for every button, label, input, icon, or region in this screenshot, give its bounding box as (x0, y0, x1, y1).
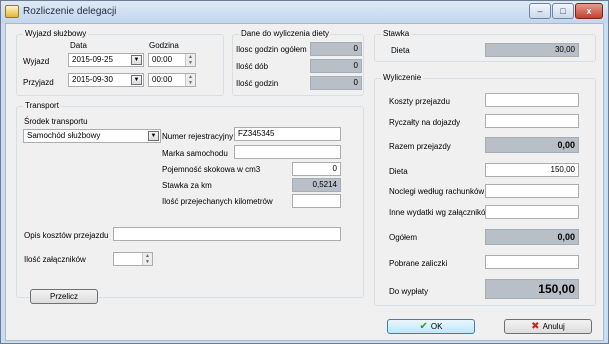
ryczalty-field[interactable] (485, 114, 579, 128)
app-window: Rozliczenie delegacji – □ x Wyjazd służb… (0, 0, 609, 344)
ilosc-godzin-label: Ilość godzin (236, 79, 279, 88)
stawka-km-value: 0,5214 (292, 178, 341, 192)
noclegi-field[interactable] (485, 184, 579, 198)
departure-date-picker[interactable]: 2015-09-25 ▼ (68, 53, 144, 67)
departure-date-value: 2015-09-25 (72, 55, 113, 64)
arrival-time-value: 00:00 (152, 75, 173, 84)
zaliczki-field[interactable] (485, 255, 579, 269)
spin-down-icon[interactable]: ▼ (186, 60, 195, 66)
ok-button[interactable]: ✔ OK (387, 319, 475, 334)
transport-group: Transport Środek transportu Samochód słu… (16, 101, 364, 298)
stawka-group: Stawka Dieta 30,00 (374, 29, 596, 62)
wyl-dieta-field[interactable]: 150,00 (485, 163, 579, 177)
chevron-down-icon[interactable]: ▼ (148, 131, 159, 141)
title-bar: Rozliczenie delegacji – □ x (1, 1, 608, 23)
minimize-button[interactable]: – (529, 3, 551, 19)
arrival-date-value: 2015-09-30 (72, 75, 113, 84)
do-wyplaty-value: 150,00 (485, 279, 579, 299)
ok-button-label: OK (430, 322, 443, 331)
spin-down-icon[interactable]: ▼ (186, 80, 195, 86)
dieta-data-group-title: Dane do wyliczenia diety (239, 29, 332, 38)
anuluj-button[interactable]: ✖ Anuluj (504, 319, 592, 334)
ryczalty-label: Ryczałty na dojazdy (389, 118, 461, 127)
anuluj-button-label: Anuluj (542, 322, 565, 331)
departure-time-field[interactable]: 00:00 ▲ ▼ (148, 53, 196, 67)
opis-label: Opis kosztów przejazdu (24, 231, 109, 240)
inne-label: Inne wydatki wg załączników (389, 208, 492, 217)
ilosc-km-field[interactable] (292, 194, 341, 208)
razem-value: 0,00 (485, 137, 579, 153)
cancel-x-icon: ✖ (531, 321, 540, 332)
zaliczki-label: Pobrane zaliczki (389, 259, 448, 268)
godzin-ogolem-label: Ilosc godzin ogółem (236, 45, 307, 54)
wyliczenie-group-title: Wyliczenie (381, 73, 424, 82)
chevron-down-icon[interactable]: ▼ (131, 75, 142, 85)
koszty-label: Koszty przejazdu (389, 97, 450, 106)
wyl-dieta-label: Dieta (389, 167, 408, 176)
marka-field[interactable] (234, 145, 341, 159)
zalaczniki-field[interactable]: ▲ ▼ (113, 252, 153, 266)
checkmark-icon: ✔ (419, 321, 428, 332)
opis-field[interactable] (113, 227, 341, 241)
zalaczniki-spinner[interactable]: ▲ ▼ (142, 253, 152, 265)
wyliczenie-group: Wyliczenie Koszty przejazdu Ryczałty na … (374, 73, 596, 306)
arrival-label: Przyjazd (23, 78, 54, 87)
inne-field[interactable] (485, 205, 579, 219)
close-button[interactable]: x (575, 3, 603, 19)
przelicz-button[interactable]: Przelicz (30, 289, 98, 304)
transport-group-title: Transport (23, 101, 61, 110)
ilosc-dob-label: Ilość dób (236, 62, 269, 71)
folder-icon (5, 5, 19, 18)
razem-label: Razem przejazdy (389, 142, 451, 151)
hour-column-header: Godzina (149, 41, 179, 50)
stawka-group-title: Stawka (381, 29, 412, 38)
departure-time-spinner[interactable]: ▲ ▼ (185, 54, 195, 66)
koszty-field[interactable] (485, 93, 579, 107)
srodek-transportu-label: Środek transportu (24, 117, 88, 126)
pojemnosc-label: Pojemność skokowa w cm3 (162, 165, 261, 174)
wyjazd-group-title: Wyjazd służbowy (23, 29, 89, 38)
stawka-dieta-label: Dieta (391, 46, 410, 55)
ilosc-godzin-value: 0 (310, 76, 362, 90)
ogolem-value: 0,00 (485, 229, 579, 245)
wyjazd-group: Wyjazd służbowy Data Godzina Wyjazd 2015… (16, 29, 224, 96)
arrival-time-field[interactable]: 00:00 ▲ ▼ (148, 73, 196, 87)
arrival-time-spinner[interactable]: ▲ ▼ (185, 74, 195, 86)
chevron-down-icon[interactable]: ▼ (131, 55, 142, 65)
pojemnosc-field[interactable]: 0 (292, 162, 341, 176)
nr-rej-label: Numer rejestracyjny (162, 132, 234, 141)
stawka-km-label: Stawka za km (162, 181, 212, 190)
arrival-date-picker[interactable]: 2015-09-30 ▼ (68, 73, 144, 87)
noclegi-label: Noclegi według rachunków (389, 187, 485, 196)
spin-down-icon[interactable]: ▼ (143, 259, 152, 265)
marka-label: Marka samochodu (162, 149, 228, 158)
departure-label: Wyjazd (23, 57, 50, 66)
departure-time-value: 00:00 (152, 55, 173, 64)
srodek-transportu-select[interactable]: Samochód służbowy ▼ (23, 129, 161, 143)
stawka-dieta-value: 30,00 (485, 43, 579, 57)
nr-rej-field[interactable]: FZ345345 (234, 127, 341, 141)
ilosc-km-label: Ilość przejechanych kilometrów (162, 197, 273, 206)
maximize-button[interactable]: □ (552, 3, 574, 19)
godzin-ogolem-value: 0 (310, 42, 362, 56)
dialog-body: Wyjazd służbowy Data Godzina Wyjazd 2015… (5, 23, 604, 341)
ilosc-dob-value: 0 (310, 59, 362, 73)
ogolem-label: Ogółem (389, 233, 418, 242)
window-title: Rozliczenie delegacji (23, 6, 117, 17)
zalaczniki-label: Ilość załączników (24, 255, 86, 264)
date-column-header: Data (70, 41, 87, 50)
srodek-transportu-value: Samochód służbowy (27, 131, 101, 140)
do-wyplaty-label: Do wypłaty (389, 287, 429, 296)
dieta-data-group: Dane do wyliczenia diety Ilosc godzin og… (232, 29, 364, 96)
